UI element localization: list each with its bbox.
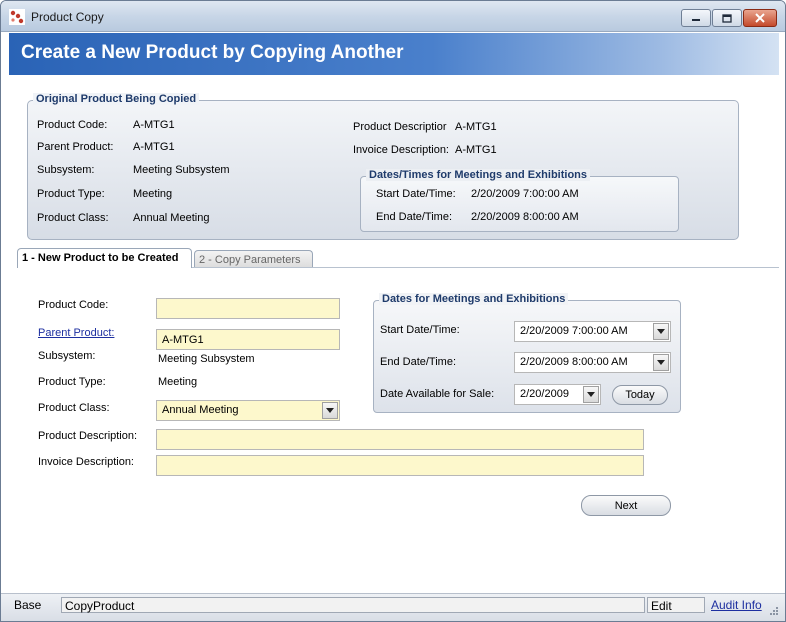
product-description-label: Product Description: bbox=[38, 430, 138, 442]
chevron-down-icon bbox=[657, 360, 665, 365]
date-available-value: 2/20/2009 bbox=[520, 388, 569, 400]
minimize-icon bbox=[692, 19, 700, 21]
status-mode: Edit bbox=[647, 597, 705, 613]
subsystem-value: Meeting Subsystem bbox=[158, 353, 255, 365]
minimize-button[interactable] bbox=[681, 9, 711, 27]
date-available-dropdown-button[interactable] bbox=[583, 386, 599, 403]
orig-parent-product-label: Parent Product: bbox=[37, 141, 114, 153]
end-datetime-value: 2/20/2009 8:00:00 AM bbox=[520, 356, 628, 368]
orig-subsystem-label: Subsystem: bbox=[37, 164, 95, 176]
meeting-dates-legend: Dates for Meetings and Exhibitions bbox=[379, 293, 569, 305]
orig-parent-product-value: A-MTG1 bbox=[133, 141, 175, 153]
orig-end-datetime-value: 2/20/2009 8:00:00 AM bbox=[471, 211, 579, 223]
product-code-input[interactable] bbox=[156, 298, 340, 319]
end-datetime-dropdown-button[interactable] bbox=[653, 354, 669, 371]
invoice-description-input[interactable] bbox=[156, 455, 644, 476]
orig-product-description-value: A-MTG1 bbox=[455, 121, 497, 133]
audit-info-link[interactable]: Audit Info bbox=[708, 597, 765, 613]
product-type-label: Product Type: bbox=[38, 376, 106, 388]
orig-start-datetime-label: Start Date/Time: bbox=[376, 188, 456, 200]
chevron-down-icon bbox=[326, 408, 334, 413]
window-title: Product Copy bbox=[31, 10, 104, 24]
resize-grip-icon[interactable] bbox=[767, 604, 779, 616]
orig-subsystem-value: Meeting Subsystem bbox=[133, 164, 230, 176]
parent-product-input[interactable] bbox=[156, 329, 340, 350]
product-type-value: Meeting bbox=[158, 376, 198, 388]
end-datetime-select[interactable]: 2/20/2009 8:00:00 AM bbox=[514, 352, 671, 373]
start-datetime-dropdown-button[interactable] bbox=[653, 323, 669, 340]
start-datetime-value: 2/20/2009 7:00:00 AM bbox=[520, 325, 628, 337]
next-button[interactable]: Next bbox=[581, 495, 671, 516]
original-dates-legend: Dates/Times for Meetings and Exhibitions bbox=[366, 169, 591, 181]
close-button[interactable] bbox=[743, 9, 777, 27]
orig-product-type-label: Product Type: bbox=[37, 188, 105, 200]
meeting-dates-panel: Dates for Meetings and Exhibitions Start… bbox=[373, 293, 681, 413]
app-icon bbox=[9, 9, 25, 25]
original-dates-panel: Dates/Times for Meetings and Exhibitions… bbox=[360, 169, 679, 232]
status-process: CopyProduct bbox=[61, 597, 645, 613]
orig-product-code-value: A-MTG1 bbox=[133, 119, 175, 131]
page-title: Create a New Product by Copying Another bbox=[21, 42, 404, 63]
original-product-legend: Original Product Being Copied bbox=[33, 93, 200, 105]
close-icon bbox=[755, 13, 765, 23]
title-bar[interactable]: Product Copy bbox=[1, 1, 785, 32]
orig-invoice-description-value: A-MTG1 bbox=[455, 144, 497, 156]
product-copy-window: Product Copy Create a New Product by Cop… bbox=[0, 0, 786, 622]
start-datetime-label: Start Date/Time: bbox=[380, 324, 460, 336]
product-class-dropdown-button[interactable] bbox=[322, 402, 338, 419]
date-available-select[interactable]: 2/20/2009 bbox=[514, 384, 601, 405]
orig-product-description-label: Product Descriptior bbox=[353, 121, 447, 133]
orig-product-class-value: Annual Meeting bbox=[133, 212, 210, 224]
orig-product-type-value: Meeting bbox=[133, 188, 173, 200]
chevron-down-icon bbox=[657, 329, 665, 334]
orig-end-datetime-label: End Date/Time: bbox=[376, 211, 453, 223]
chevron-down-icon bbox=[587, 392, 595, 397]
date-available-label: Date Available for Sale: bbox=[380, 388, 495, 400]
tab-copy-parameters[interactable]: 2 - Copy Parameters bbox=[194, 250, 313, 268]
subsystem-label: Subsystem: bbox=[38, 350, 96, 362]
orig-start-datetime-value: 2/20/2009 7:00:00 AM bbox=[471, 188, 579, 200]
orig-invoice-description-label: Invoice Description: bbox=[353, 144, 449, 156]
maximize-icon bbox=[722, 13, 732, 23]
end-datetime-label: End Date/Time: bbox=[380, 356, 457, 368]
status-bar: Base CopyProduct Edit Audit Info bbox=[1, 593, 785, 621]
tab-new-product[interactable]: 1 - New Product to be Created bbox=[17, 248, 192, 268]
status-base: Base bbox=[14, 598, 42, 612]
start-datetime-select[interactable]: 2/20/2009 7:00:00 AM bbox=[514, 321, 671, 342]
header-banner: Create a New Product by Copying Another bbox=[9, 33, 779, 75]
invoice-description-label: Invoice Description: bbox=[38, 456, 134, 468]
maximize-button[interactable] bbox=[712, 9, 742, 27]
orig-product-class-label: Product Class: bbox=[37, 212, 109, 224]
product-description-input[interactable] bbox=[156, 429, 644, 450]
product-code-label: Product Code: bbox=[38, 299, 109, 311]
orig-product-code-label: Product Code: bbox=[37, 119, 108, 131]
product-class-value: Annual Meeting bbox=[162, 404, 239, 416]
product-class-label: Product Class: bbox=[38, 402, 110, 414]
product-class-select[interactable]: Annual Meeting bbox=[156, 400, 340, 421]
today-button[interactable]: Today bbox=[612, 385, 668, 405]
parent-product-link[interactable]: Parent Product: bbox=[38, 327, 114, 339]
